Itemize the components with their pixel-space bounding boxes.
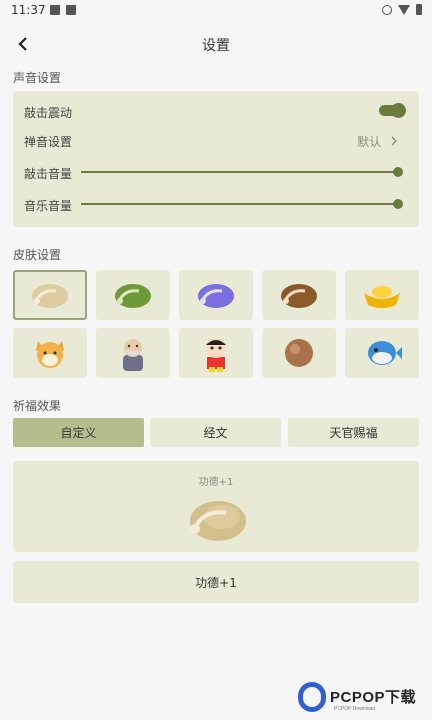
brown-wooden-fish-icon: [281, 284, 317, 308]
pufferfish-icon: [368, 341, 402, 365]
merit-floating-text: 功德+1: [198, 477, 234, 488]
skin-wooden-fish-green[interactable]: [96, 270, 170, 320]
purple-wooden-fish-icon: [198, 284, 234, 308]
skin-wooden-fish-brown[interactable]: [262, 270, 336, 320]
chevron-right-icon: [391, 136, 397, 146]
do-not-disturb-icon: [382, 4, 392, 15]
wifi-icon: [398, 4, 410, 15]
watermark-brand: PCPOP下载: [330, 689, 417, 706]
top-bar: 设置: [0, 28, 432, 62]
tab-custom[interactable]: 自定义: [13, 418, 144, 447]
skin-section-title: 皮肤设置: [13, 248, 62, 262]
page-title: 设置: [202, 38, 230, 54]
skin-old-monk[interactable]: [96, 328, 170, 378]
tab-heavenly-blessing[interactable]: 天官赐福: [288, 418, 419, 447]
status-bar: 11:37: [0, 0, 432, 24]
shiba-dog-icon: [36, 341, 64, 368]
slider-thumb[interactable]: [393, 199, 403, 209]
zen-sound-value: 默认: [357, 135, 382, 149]
pcpop-watermark: PCPOP下载 PCPOP Download: [298, 680, 430, 718]
zen-sound-label: 禅音设置: [24, 135, 73, 149]
sound-settings-panel: 敲击震动 禅音设置 默认 敲击音量 音乐音量: [13, 91, 419, 227]
gold-ingot-icon: [364, 286, 400, 308]
vibrate-label: 敲击震动: [24, 106, 73, 120]
zen-sound-selector[interactable]: 默认: [357, 133, 399, 150]
status-icons: [382, 4, 422, 15]
status-time: 11:37: [11, 3, 46, 17]
old-monk-icon: [123, 339, 143, 371]
green-wooden-fish-icon: [115, 284, 151, 308]
blessing-preview: 功德+1: [13, 461, 419, 552]
battery-icon: [416, 4, 422, 15]
crayon-shin-chan-icon: [206, 338, 226, 372]
watermark-sub: PCPOP Download: [334, 706, 376, 712]
gallery-icon: [50, 5, 60, 15]
sound-section-title: 声音设置: [13, 71, 62, 85]
pcpop-logo-icon: [298, 682, 326, 712]
vibrate-toggle[interactable]: [379, 103, 406, 118]
slider-thumb[interactable]: [393, 167, 403, 177]
blessing-tabs: 自定义 经文 天官赐福: [13, 418, 419, 447]
skin-shiba-dog[interactable]: [13, 328, 87, 378]
skin-round-wooden-fish[interactable]: [262, 328, 336, 378]
skin-wooden-fish-purple[interactable]: [179, 270, 253, 320]
wooden-fish-preview[interactable]: [184, 493, 248, 549]
wooden-fish-icon: [190, 501, 246, 541]
knock-volume-slider[interactable]: [81, 167, 403, 177]
skin-gold-ingot[interactable]: [345, 270, 419, 320]
wooden-fish-icon: [32, 284, 68, 308]
round-wooden-fish-icon: [285, 339, 313, 367]
skin-pufferfish[interactable]: [345, 328, 419, 378]
knock-volume-label: 敲击音量: [24, 167, 73, 181]
skin-wooden-fish-beige[interactable]: [13, 270, 87, 320]
tab-scripture[interactable]: 经文: [150, 418, 281, 447]
toggle-knob: [391, 103, 406, 118]
music-volume-label: 音乐音量: [24, 199, 73, 213]
merit-result-bar[interactable]: 功德+1: [13, 561, 419, 603]
music-volume-slider[interactable]: [81, 199, 403, 209]
notification-icon: [66, 5, 76, 15]
blessing-section-title: 祈福效果: [13, 399, 62, 413]
skin-crayon-shin-chan[interactable]: [179, 328, 253, 378]
